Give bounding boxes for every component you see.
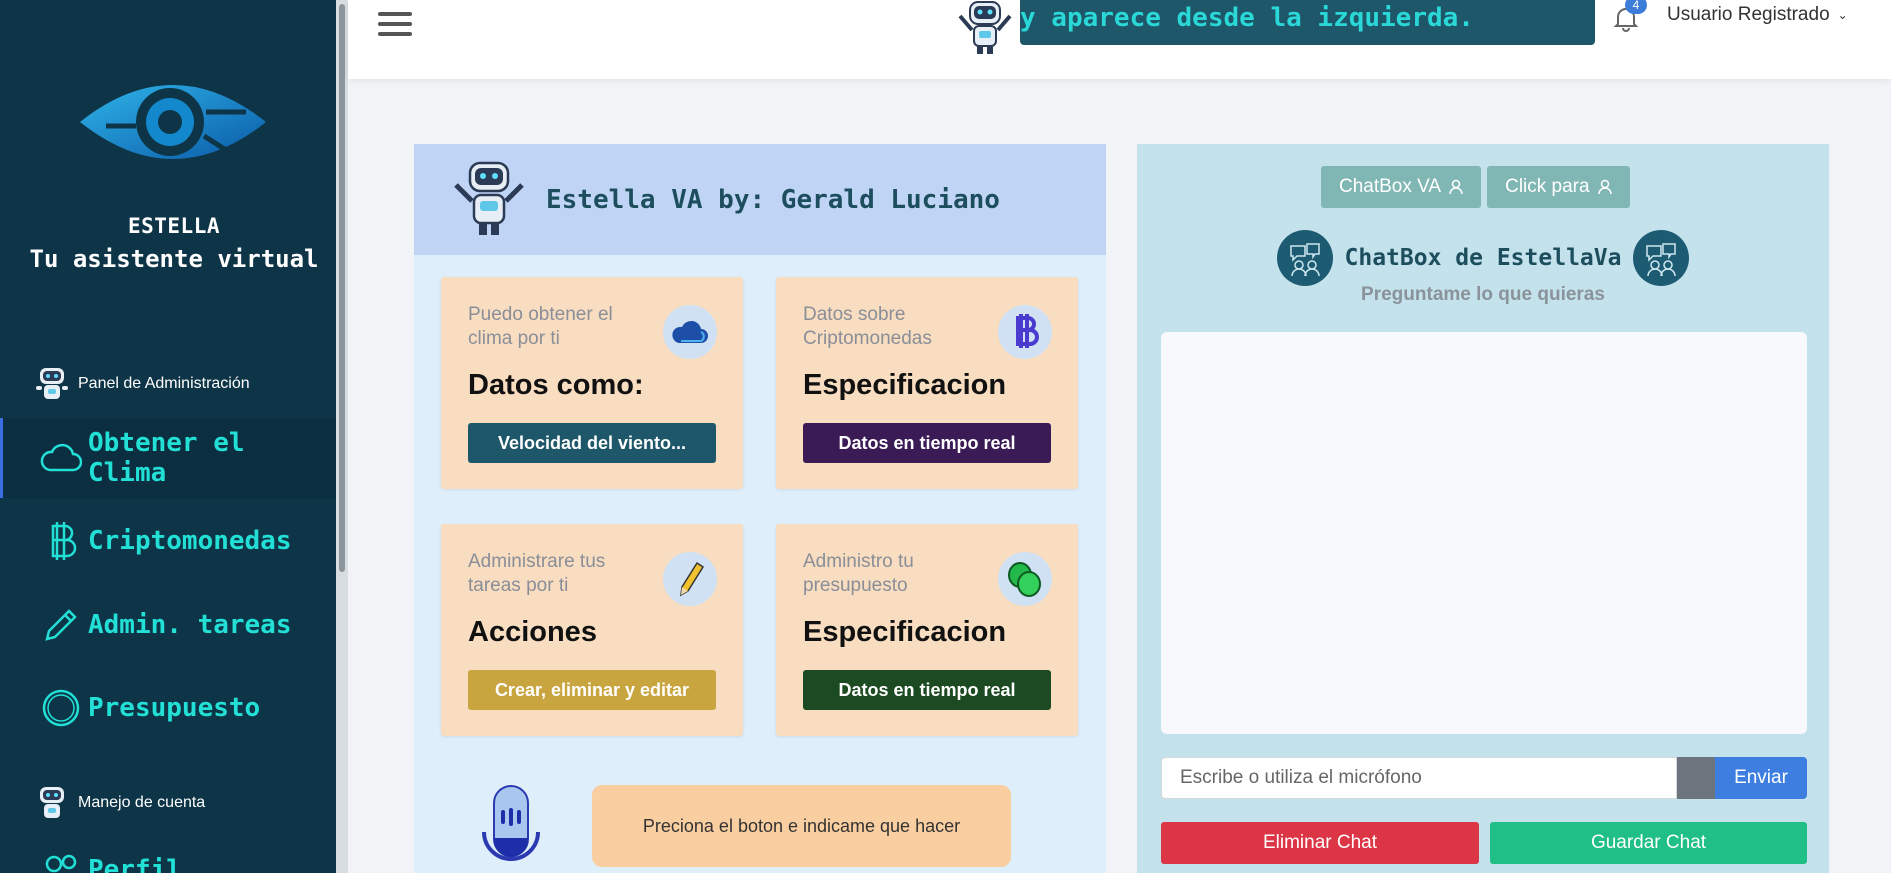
circle-icon (40, 687, 82, 729)
info-panel-header: Estella VA by: Gerald Luciano (414, 144, 1106, 255)
card-crypto: Datos sobre Criptomonedas Especificacion… (776, 277, 1078, 489)
card-button-crypto[interactable]: Datos en tiempo real (803, 423, 1051, 463)
brand-name: ESTELLA (127, 214, 220, 238)
card-budget: Administro tu presupuesto Especificacion… (776, 524, 1078, 736)
brand-tagline: Tu asistente virtual (29, 245, 319, 273)
delete-chat-button[interactable]: Eliminar Chat (1161, 822, 1479, 864)
card-weather: Puedo obtener el clima por ti Datos como… (441, 277, 743, 489)
info-panel-title: Estella VA by: Gerald Luciano (546, 184, 1000, 215)
sidebar-item-weather[interactable]: Obtener el Clima (0, 418, 336, 498)
chat-input[interactable] (1161, 757, 1677, 799)
sidebar-item-budget[interactable]: Presupuesto (0, 668, 336, 748)
sidebar-item-label: Admin. tareas (88, 610, 292, 640)
chevron-down-icon: ⌄ (1837, 8, 1848, 22)
chat-people-icon (1276, 230, 1333, 286)
section-account-label: Manejo de cuenta (78, 794, 206, 811)
card-value: Acciones (468, 616, 597, 648)
card-button-weather[interactable]: Velocidad del viento... (468, 423, 716, 463)
robot-icon (36, 368, 68, 399)
card-label: Administro tu presupuesto (803, 551, 914, 596)
people-icon (40, 849, 82, 873)
robot-icon (40, 787, 64, 818)
menu-toggle-icon[interactable] (378, 12, 412, 38)
tab-label: ChatBox VA (1339, 176, 1442, 197)
pencil-icon (40, 604, 82, 646)
notification-badge: 4 (1625, 0, 1647, 14)
user-menu[interactable]: Usuario Registrado ⌄ (1667, 4, 1848, 26)
tab-label: Click para (1505, 176, 1590, 197)
card-tasks: Administrare tus tareas por ti Acciones … (441, 524, 743, 736)
card-value: Especificacion (803, 616, 1007, 648)
card-label: Administrare tus tareas por ti (468, 551, 606, 596)
microphone-icon[interactable] (476, 782, 546, 873)
eye-logo-icon (80, 85, 266, 159)
chat-subtitle: Preguntame lo que quieras (1361, 284, 1605, 305)
marquee-text: y aparece desde la izquierda. (1020, 3, 1474, 33)
sidebar-item-profile[interactable]: Perfil (0, 830, 336, 873)
card-value: Datos como: (468, 369, 644, 401)
chat-people-icon (1633, 230, 1690, 286)
card-button-budget[interactable]: Datos en tiempo real (803, 670, 1051, 710)
chat-mic-button[interactable] (1677, 757, 1715, 799)
card-button-tasks[interactable]: Crear, eliminar y editar (468, 670, 716, 710)
sidebar-item-label: Presupuesto (88, 693, 261, 723)
bitcoin-icon (40, 520, 82, 562)
chat-tabs: ChatBox VA Click para (1321, 166, 1630, 208)
coins-icon (998, 552, 1052, 606)
section-account: Manejo de cuenta (32, 783, 205, 823)
sidebar-item-crypto[interactable]: Criptomonedas (0, 501, 336, 581)
send-button[interactable]: Enviar (1715, 757, 1807, 799)
chat-title-row: ChatBox de EstellaVa (1137, 230, 1829, 286)
chat-title: ChatBox de EstellaVa (1344, 245, 1622, 271)
sidebar-scrollbar-thumb[interactable] (339, 4, 345, 572)
user-icon (1597, 179, 1612, 195)
robot-icon (454, 161, 524, 235)
bitcoin-icon (998, 305, 1052, 359)
cloud-icon (663, 305, 717, 359)
section-admin-label: Panel de Administración (78, 375, 250, 392)
sidebar-item-label: Obtener el Clima (88, 428, 245, 488)
sidebar-item-label: Criptomonedas (88, 526, 292, 556)
section-admin: Panel de Administración (32, 364, 250, 404)
sidebar: ESTELLA Tu asistente virtual Panel de Ad… (0, 0, 348, 873)
card-label: Puedo obtener el clima por ti (468, 304, 613, 349)
cloud-icon (40, 437, 82, 479)
user-icon (1449, 179, 1463, 195)
mic-message: Preciona el boton e indicame que hacer (592, 785, 1011, 867)
user-menu-label: Usuario Registrado (1667, 4, 1830, 25)
chat-messages-area[interactable] (1161, 332, 1807, 734)
tab-chatbox[interactable]: ChatBox VA (1321, 166, 1482, 208)
tab-click[interactable]: Click para (1487, 166, 1630, 208)
card-value: Especificacion (803, 369, 1007, 401)
card-label: Datos sobre Criptomonedas (803, 304, 932, 349)
robot-icon (958, 1, 1012, 54)
marquee-banner: y aparece desde la izquierda. (1020, 0, 1595, 45)
save-chat-button[interactable]: Guardar Chat (1490, 822, 1807, 864)
sidebar-item-label: Perfil (88, 855, 182, 873)
sidebar-item-tasks[interactable]: Admin. tareas (0, 585, 336, 665)
pencil-icon (663, 552, 717, 606)
